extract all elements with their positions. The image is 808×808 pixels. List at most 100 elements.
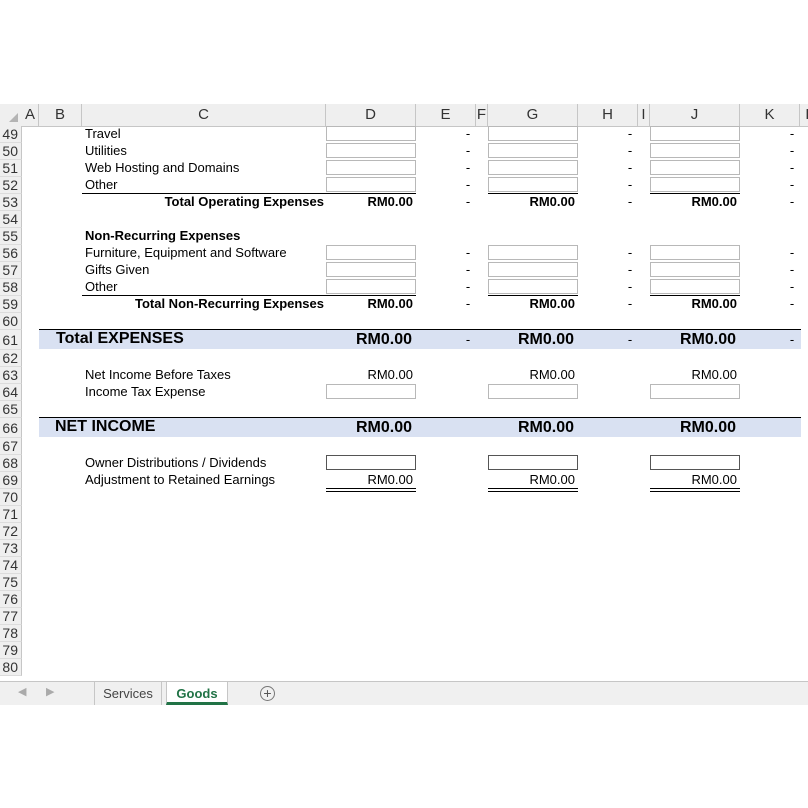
input-owner-dist-g[interactable] [488,455,578,470]
row-header[interactable]: 71 [0,506,22,523]
column-header-b[interactable]: B [39,104,82,126]
spreadsheet-grid[interactable]: A B C D E F G H I J K L 49 50 51 52 53 5… [0,104,808,704]
input-web-hosting-g[interactable] [488,160,578,175]
row-header[interactable]: 73 [0,540,22,557]
row-header[interactable]: 53 [0,194,22,211]
column-header-c[interactable]: C [82,104,326,126]
row-header[interactable]: 62 [0,350,22,367]
column-header-i[interactable]: I [638,104,650,126]
value-nibt-j: RM0.00 [691,367,737,382]
row-header[interactable]: 61 [0,330,22,350]
input-utilities-j[interactable] [650,143,740,158]
dash-cell: - [627,279,633,294]
dash-cell: - [789,332,795,347]
input-other-d[interactable] [326,177,416,192]
value-net-income-d: RM0.00 [355,419,412,436]
dash-cell: - [627,177,633,192]
row-header[interactable]: 75 [0,574,22,591]
label-total-expenses: Total EXPENSES [56,330,184,347]
row-header[interactable]: 78 [0,625,22,642]
dash-cell: - [627,262,633,277]
input-gifts-d[interactable] [326,262,416,277]
prev-sheet-icon[interactable]: ◀ [18,685,26,698]
row-header[interactable]: 50 [0,143,22,160]
column-header-l[interactable]: L [800,104,808,126]
input-web-hosting-j[interactable] [650,160,740,175]
input-other-nr-g[interactable] [488,279,578,294]
tab-goods[interactable]: Goods [166,682,228,705]
column-header-d[interactable]: D [326,104,416,126]
label-income-tax: Income Tax Expense [85,384,206,399]
input-income-tax-j[interactable] [650,384,740,399]
row-header[interactable]: 63 [0,367,22,384]
row-header[interactable]: 79 [0,642,22,659]
column-header-h[interactable]: H [578,104,638,126]
input-furniture-j[interactable] [650,245,740,260]
input-furniture-d[interactable] [326,245,416,260]
input-owner-dist-d[interactable] [326,455,416,470]
dash-cell: - [789,194,795,209]
input-utilities-g[interactable] [488,143,578,158]
dash-cell: - [465,177,471,192]
dash-cell: - [789,177,795,192]
row-header[interactable]: 68 [0,455,22,472]
row-header[interactable]: 60 [0,313,22,330]
row-header[interactable]: 58 [0,279,22,296]
dash-cell: - [627,160,633,175]
input-gifts-g[interactable] [488,262,578,277]
row-header[interactable]: 67 [0,438,22,455]
select-all-corner[interactable] [0,104,22,126]
tab-services[interactable]: Services [94,682,162,705]
row-header[interactable]: 51 [0,160,22,177]
input-owner-dist-j[interactable] [650,455,740,470]
input-other-nr-d[interactable] [326,279,416,294]
column-header-g[interactable]: G [488,104,578,126]
row-header[interactable]: 76 [0,591,22,608]
row-header[interactable]: 55 [0,228,22,245]
row-header[interactable]: 56 [0,245,22,262]
dash-cell: - [627,332,633,347]
dash-cell: - [789,296,795,311]
input-travel-j[interactable] [650,126,740,141]
dash-cell: - [789,160,795,175]
double-underline [326,488,416,492]
input-travel-d[interactable] [326,126,416,141]
row-header[interactable]: 66 [0,418,22,438]
label-other-non-recurring: Other [85,279,118,294]
input-other-g[interactable] [488,177,578,192]
column-header-f[interactable]: F [476,104,488,126]
row-header[interactable]: 77 [0,608,22,625]
row-header[interactable]: 65 [0,401,22,418]
dash-cell: - [465,279,471,294]
row-header[interactable]: 70 [0,489,22,506]
column-header-e[interactable]: E [416,104,476,126]
value-net-income-g: RM0.00 [517,419,574,436]
row-header[interactable]: 49 [0,126,22,143]
column-header-k[interactable]: K [740,104,800,126]
row-header[interactable]: 59 [0,296,22,313]
row-header[interactable]: 69 [0,472,22,489]
add-sheet-icon[interactable]: + [260,686,275,701]
column-header-j[interactable]: J [650,104,740,126]
dash-cell: - [789,126,795,141]
row-header[interactable]: 74 [0,557,22,574]
row-header[interactable]: 57 [0,262,22,279]
input-income-tax-d[interactable] [326,384,416,399]
label-owner-distributions: Owner Distributions / Dividends [85,455,267,470]
row-header[interactable]: 72 [0,523,22,540]
input-web-hosting-d[interactable] [326,160,416,175]
row-header[interactable]: 64 [0,384,22,401]
input-other-nr-j[interactable] [650,279,740,294]
input-utilities-d[interactable] [326,143,416,158]
input-travel-g[interactable] [488,126,578,141]
column-header-a[interactable]: A [22,104,39,126]
next-sheet-icon[interactable]: ▶ [46,685,54,698]
input-income-tax-g[interactable] [488,384,578,399]
input-furniture-g[interactable] [488,245,578,260]
row-header[interactable]: 54 [0,211,22,228]
dash-cell: - [627,126,633,141]
input-other-j[interactable] [650,177,740,192]
row-header[interactable]: 80 [0,659,22,676]
input-gifts-j[interactable] [650,262,740,277]
row-header[interactable]: 52 [0,177,22,194]
